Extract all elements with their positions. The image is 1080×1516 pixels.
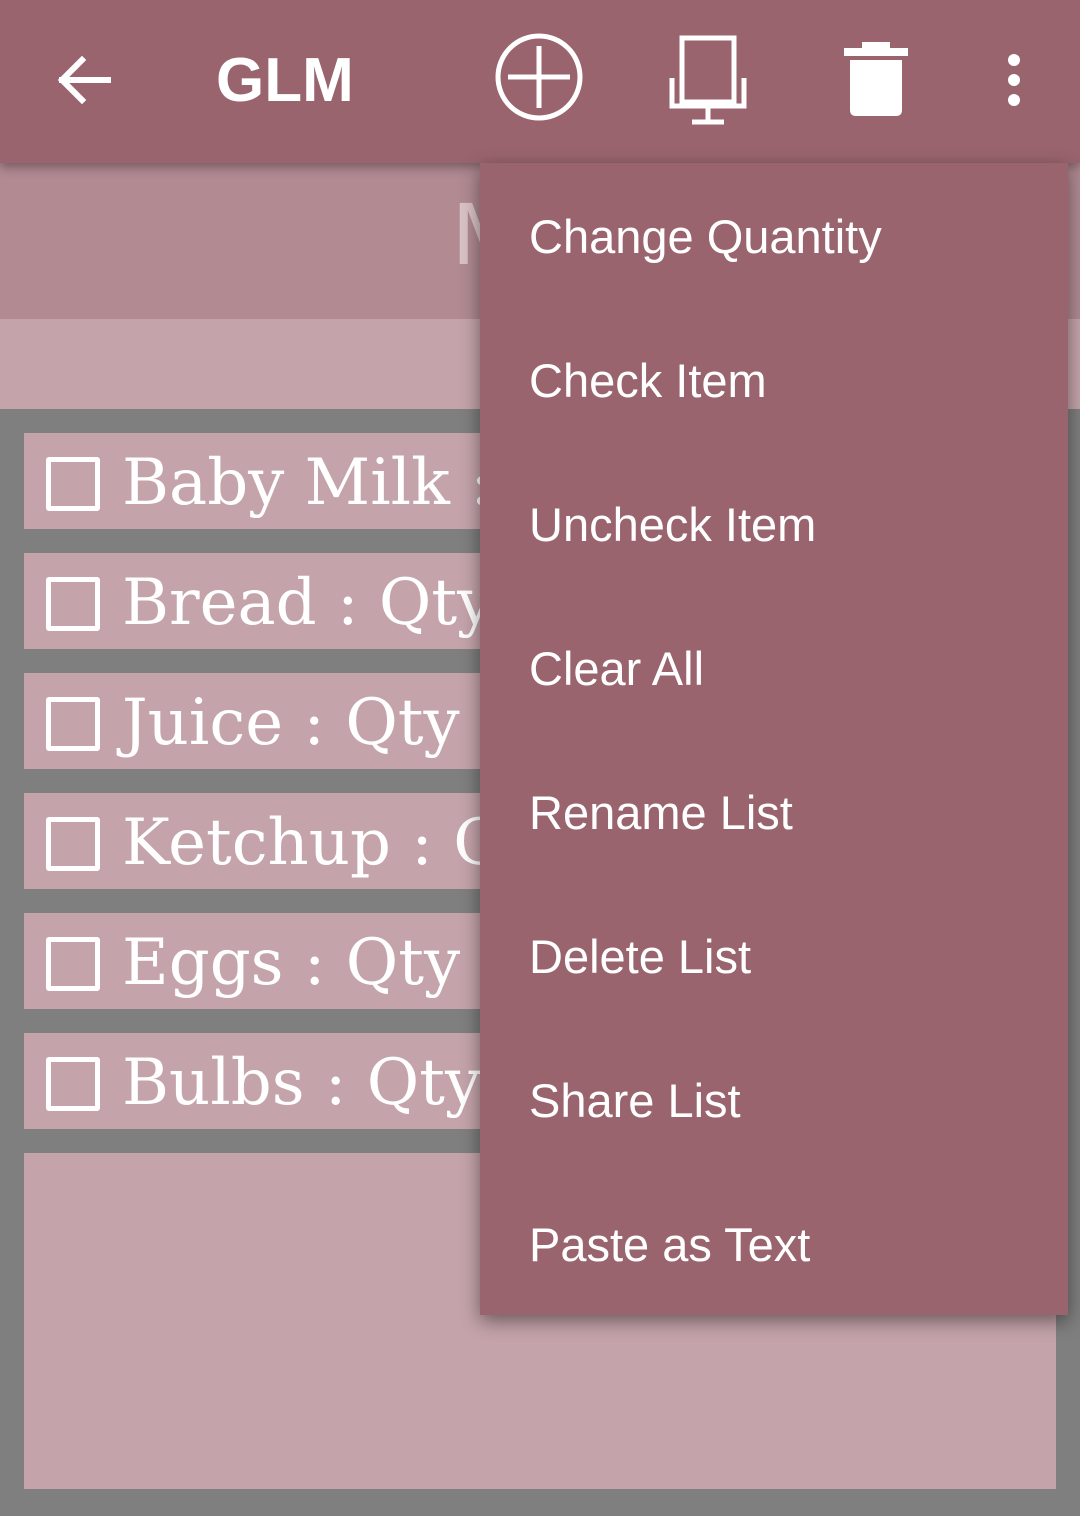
- checkbox[interactable]: [46, 577, 100, 631]
- app-title: GLM: [216, 46, 354, 115]
- menu-item-paste-as-text[interactable]: Paste as Text: [480, 1171, 1068, 1315]
- menu-item-delete-list[interactable]: Delete List: [480, 883, 1068, 1027]
- menu-item-label: Check Item: [529, 354, 767, 407]
- checkbox[interactable]: [46, 697, 100, 751]
- item-label: Juice : Qty 7: [122, 686, 521, 760]
- menu-item-label: Share List: [529, 1074, 741, 1127]
- menu-item-clear-all[interactable]: Clear All: [480, 595, 1068, 739]
- menu-item-label: Rename List: [529, 786, 793, 839]
- checkbox[interactable]: [46, 817, 100, 871]
- menu-item-share-list[interactable]: Share List: [480, 1027, 1068, 1171]
- back-arrow-icon[interactable]: [52, 48, 116, 112]
- menu-item-label: Uncheck Item: [529, 498, 817, 551]
- more-vert-icon[interactable]: [996, 52, 1032, 108]
- device-icon[interactable]: [668, 34, 748, 128]
- menu-item-check-item[interactable]: Check Item: [480, 307, 1068, 451]
- menu-item-label: Paste as Text: [529, 1218, 811, 1271]
- menu-item-uncheck-item[interactable]: Uncheck Item: [480, 451, 1068, 595]
- overflow-menu: Change Quantity Check Item Uncheck Item …: [480, 163, 1068, 1315]
- checkbox[interactable]: [46, 457, 100, 511]
- add-circle-icon[interactable]: [494, 32, 584, 122]
- checkbox[interactable]: [46, 937, 100, 991]
- checkbox[interactable]: [46, 1057, 100, 1111]
- menu-item-change-quantity[interactable]: Change Quantity: [480, 163, 1068, 307]
- menu-item-label: Delete List: [529, 930, 752, 983]
- menu-item-label: Clear All: [529, 642, 705, 695]
- trash-icon[interactable]: [844, 40, 908, 118]
- menu-item-label: Change Quantity: [529, 210, 882, 263]
- app-bar: GLM: [0, 0, 1080, 163]
- menu-item-rename-list[interactable]: Rename List: [480, 739, 1068, 883]
